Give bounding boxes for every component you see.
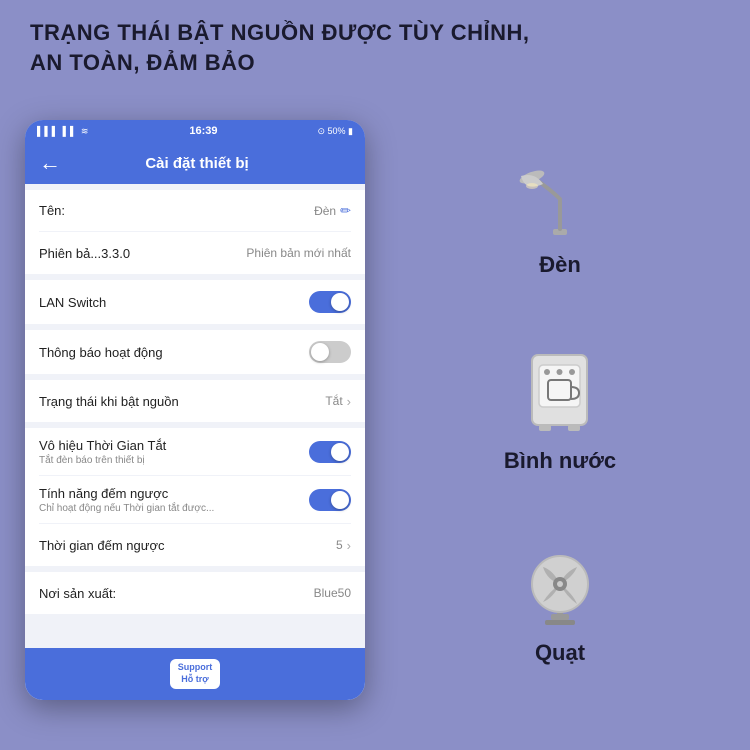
power-state-label: Trạng thái khi bật nguồn [39,394,179,409]
disable-timer-toggle[interactable] [309,441,351,463]
version-row: Phiên bả...3.3.0 Phiên bản mới nhất [39,232,351,274]
lamp-device-item: Đèn [515,154,605,278]
back-button[interactable]: ← [39,152,61,174]
name-row: Tên: Đèn ✏ [39,190,351,232]
countdown-time-row[interactable]: Thời gian đếm ngược 5 › [39,524,351,566]
toggle-knob [331,293,349,311]
header-line2: AN TOÀN, ĐẢM BẢO [30,48,720,78]
nav-title: Cài đặt thiết bị [73,155,321,172]
lan-card: LAN Switch [25,280,365,324]
countdown-time-text: 5 [336,538,343,552]
notify-label: Thông báo hoạt động [39,345,163,360]
device-icons-panel: Đèn Bình nước [390,120,730,700]
water-icon-svg [517,345,602,440]
power-state-value: Tắt › [325,394,351,409]
time-display: 16:39 [189,125,217,137]
countdown-labels: Tính năng đếm ngược Chỉ hoạt động nếu Th… [39,486,214,514]
countdown-time-label: Thời gian đếm ngược [39,538,164,553]
version-value: Phiên bản mới nhất [246,246,351,260]
disable-timer-sub: Tắt đèn báo trên thiết bị [39,455,166,466]
countdown-time-value: 5 › [336,538,351,553]
countdown-toggle[interactable] [309,489,351,511]
status-bar: ▌▌▌ ▌▌ ≋ 16:39 ⊙ 50% ▮ [25,120,365,142]
manufacturer-row: Nơi sản xuất: Blue50 [39,572,351,614]
disable-timer-row: Vô hiệu Thời Gian Tắt Tắt đèn báo trên t… [39,428,351,476]
power-state-row[interactable]: Trạng thái khi bật nguồn Tắt › [39,380,351,422]
notify-card: Thông báo hoạt động [25,330,365,374]
manufacturer-value: Blue50 [314,586,351,600]
lamp-icon-svg [515,154,605,244]
support-line2: Hỗ trợ [178,674,213,686]
lan-switch-toggle[interactable] [309,291,351,313]
toggle-knob-notify [311,343,329,361]
disable-timer-labels: Vô hiệu Thời Gian Tắt Tắt đèn báo trên t… [39,438,166,466]
manufacturer-card: Nơi sản xuất: Blue50 [25,572,365,614]
header-title: TRẠNG THÁI BẬT NGUỒN ĐƯỢC TÙY CHỈNH, AN … [30,18,720,77]
water-label: Bình nước [504,448,616,474]
version-label: Phiên bả...3.3.0 [39,246,130,261]
countdown-row: Tính năng đếm ngược Chỉ hoạt động nếu Th… [39,476,351,524]
notify-toggle[interactable] [309,341,351,363]
header-line1: TRẠNG THÁI BẬT NGUỒN ĐƯỢC TÙY CHỈNH, [30,18,720,48]
lan-switch-row: LAN Switch [39,280,351,324]
nav-bar: ← Cài đặt thiết bị [25,142,365,184]
name-label: Tên: [39,203,65,218]
phone-mockup: ▌▌▌ ▌▌ ≋ 16:39 ⊙ 50% ▮ ← Cài đặt thiết b… [25,120,365,700]
water-device-item: Bình nước [504,345,616,474]
phone-footer: Support Hỗ trợ [25,648,365,700]
lamp-label: Đèn [539,252,581,278]
power-card: Trạng thái khi bật nguồn Tắt › [25,380,365,422]
edit-icon[interactable]: ✏ [340,203,351,219]
power-state-text: Tắt [325,394,342,408]
info-card: Tên: Đèn ✏ Phiên bả...3.3.0 Phiên bản mớ… [25,190,365,274]
fan-label: Quạt [535,640,585,666]
fan-device-item: Quạt [515,542,605,666]
countdown-label: Tính năng đếm ngược [39,486,214,501]
name-value-text: Đèn [314,204,336,218]
toggle-knob-timer [331,443,349,461]
toggle-knob-countdown [331,491,349,509]
settings-content: Tên: Đèn ✏ Phiên bả...3.3.0 Phiên bản mớ… [25,184,365,700]
signal-icon: ▌▌▌ ▌▌ ≋ [37,126,89,137]
countdown-sub: Chỉ hoạt động nếu Thời gian tắt được... [39,503,214,514]
support-line1: Support [178,662,213,674]
lan-switch-label: LAN Switch [39,295,106,310]
chevron-icon-2: › [347,538,351,553]
name-value: Đèn ✏ [314,203,351,219]
fan-icon-svg [515,542,605,632]
notify-row: Thông báo hoạt động [39,330,351,374]
chevron-icon: › [347,394,351,409]
disable-timer-label: Vô hiệu Thời Gian Tắt [39,438,166,453]
support-badge: Support Hỗ trợ [170,659,221,688]
manufacturer-label: Nơi sản xuất: [39,586,116,601]
battery-icon: ⊙ 50% ▮ [317,126,353,137]
timer-card: Vô hiệu Thời Gian Tắt Tắt đèn báo trên t… [25,428,365,566]
